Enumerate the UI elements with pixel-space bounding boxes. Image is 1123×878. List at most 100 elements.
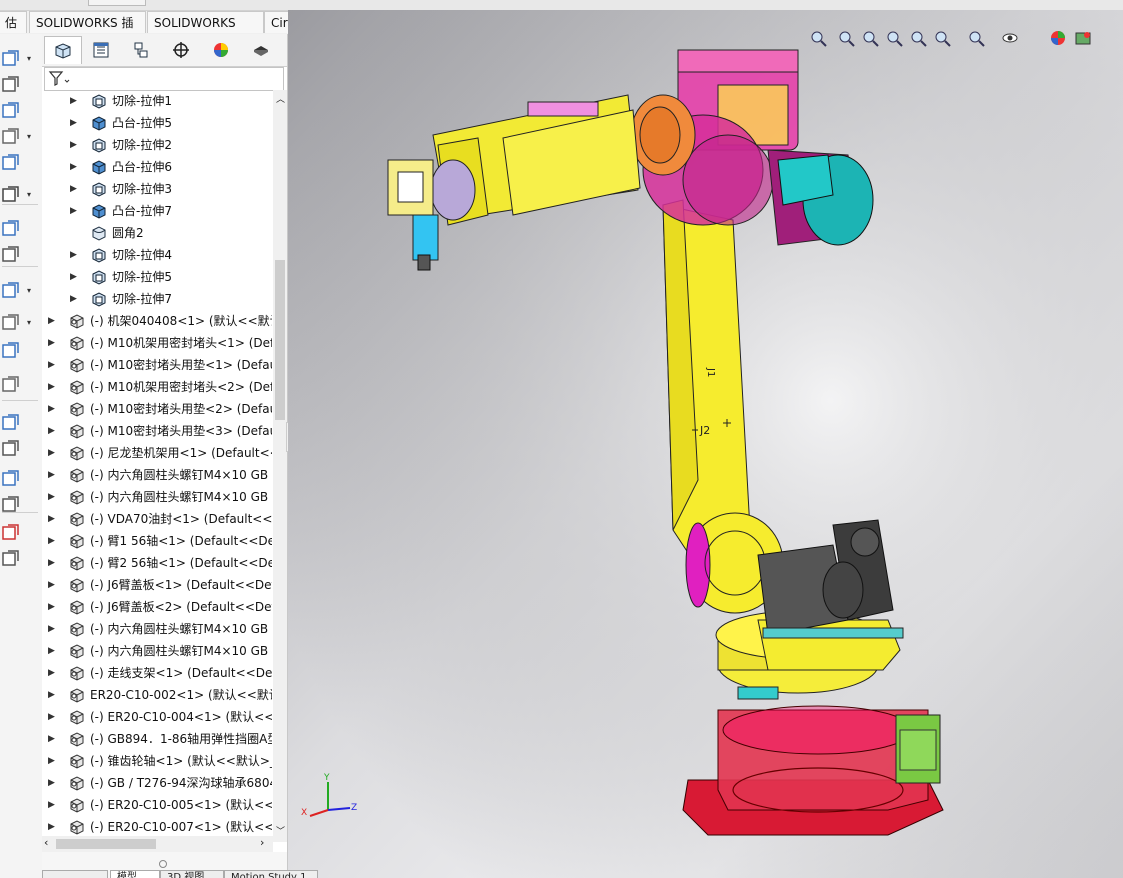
tree-component-row[interactable]: ▶ (-) M10机架用密封堵头<1> (Defa xyxy=(42,332,272,354)
appearance-icon[interactable] xyxy=(0,522,22,544)
bill-of-materials-icon[interactable] xyxy=(0,312,22,334)
scroll-right-icon[interactable]: › xyxy=(260,836,264,849)
tree-feature-row[interactable]: ▶ 切除-拉伸2 xyxy=(42,134,272,156)
edit-appearance-icon[interactable] xyxy=(1048,28,1068,51)
tree-component-row[interactable]: ▶ (-) M10密封堵头用垫<3> (Defau xyxy=(42,420,272,442)
expand-arrow-icon[interactable]: ▶ xyxy=(48,442,55,464)
scroll-down-icon[interactable]: ﹀ xyxy=(276,824,285,837)
expand-arrow-icon[interactable]: ▶ xyxy=(70,288,77,310)
expand-arrow-icon[interactable]: ▶ xyxy=(70,156,77,178)
expand-arrow-icon[interactable]: ▶ xyxy=(48,310,55,332)
expand-arrow-icon[interactable]: ▶ xyxy=(70,134,77,156)
tree-component-row[interactable]: ▶ (-) ER20-C10-005<1> (默认<<默 xyxy=(42,794,272,816)
scroll-left-icon[interactable]: ‹ xyxy=(44,836,48,849)
expand-arrow-icon[interactable]: ▶ xyxy=(48,662,55,684)
expand-arrow-icon[interactable]: ▶ xyxy=(48,794,55,816)
tab-motion-study[interactable]: Motion Study 1 xyxy=(224,870,318,878)
tree-hscroll-thumb[interactable] xyxy=(56,839,156,849)
tree-component-row[interactable]: ▶ (-) 走线支架<1> (Default<<Defa xyxy=(42,662,272,684)
graphics-area[interactable]: J1 J2 Y Z X xyxy=(288,10,1123,878)
dynamic-annotation-icon[interactable] xyxy=(908,28,928,51)
filter-icon[interactable] xyxy=(47,69,71,89)
expand-arrow-icon[interactable]: ▶ xyxy=(48,354,55,376)
expand-arrow-icon[interactable]: ▶ xyxy=(48,640,55,662)
new-motion-study-icon[interactable] xyxy=(0,280,22,302)
snapshot-icon[interactable] xyxy=(0,438,22,460)
tree-component-row[interactable]: ▶ (-) 内六角圆柱头螺钉M4×10 GB / xyxy=(42,640,272,662)
expand-arrow-icon[interactable]: ▶ xyxy=(48,420,55,442)
expand-arrow-icon[interactable]: ▶ xyxy=(48,332,55,354)
expand-arrow-icon[interactable]: ▶ xyxy=(48,376,55,398)
tree-component-row[interactable]: ▶ ER20-C10-002<1> (默认<<默认 xyxy=(42,684,272,706)
zoom-to-fit-icon[interactable] xyxy=(808,28,828,51)
tab-scroll-arrows[interactable] xyxy=(42,870,108,878)
exploded-view-icon[interactable] xyxy=(0,340,22,362)
dropdown-caret-icon[interactable]: ▾ xyxy=(27,54,31,63)
expand-arrow-icon[interactable]: ▶ xyxy=(48,750,55,772)
expand-arrow-icon[interactable]: ▶ xyxy=(48,552,55,574)
expand-arrow-icon[interactable]: ▶ xyxy=(48,772,55,794)
splitter-handle-icon[interactable] xyxy=(159,860,167,868)
assembly-features-icon[interactable] xyxy=(0,218,22,240)
scroll-up-icon[interactable]: ︿ xyxy=(276,92,285,105)
expand-arrow-icon[interactable]: ▶ xyxy=(48,618,55,640)
dropdown-caret-icon[interactable]: ▾ xyxy=(27,132,31,141)
insert-component-icon[interactable] xyxy=(0,152,22,174)
tree-feature-row[interactable]: ▶ 凸台-拉伸5 xyxy=(42,112,272,134)
tab-solidworks-mbd[interactable]: SOLIDWORKS MBD xyxy=(147,11,264,52)
expand-arrow-icon[interactable]: ▶ xyxy=(48,464,55,486)
expand-arrow-icon[interactable]: ▶ xyxy=(48,574,55,596)
display-manager-tab[interactable] xyxy=(202,36,240,64)
expand-arrow-icon[interactable]: ▶ xyxy=(70,112,77,134)
tree-component-row[interactable]: ▶ (-) 内六角圆柱头螺钉M4×10 GB / xyxy=(42,618,272,640)
tab-solidworks-addins[interactable]: SOLIDWORKS 插件 xyxy=(29,11,146,52)
tree-horizontal-scrollbar[interactable]: ‹ › xyxy=(42,836,273,852)
previous-view-icon[interactable] xyxy=(860,28,880,51)
tree-component-row[interactable]: ▶ (-) GB / T276-94深沟球轴承6804 xyxy=(42,772,272,794)
cam-manager-tab[interactable] xyxy=(242,36,280,64)
tree-component-row[interactable]: ▶ (-) ER20-C10-007<1> (默认<<默 xyxy=(42,816,272,838)
tree-feature-row[interactable]: ▶ 切除-拉伸3 xyxy=(42,178,272,200)
expand-arrow-icon[interactable]: ▶ xyxy=(70,244,77,266)
tab-model[interactable]: 模型 xyxy=(110,870,160,878)
expand-arrow-icon[interactable]: ▶ xyxy=(70,90,77,112)
dropdown-caret-icon[interactable]: ▾ xyxy=(27,318,31,327)
tree-feature-row[interactable]: ▶ 凸台-拉伸6 xyxy=(42,156,272,178)
update-icon[interactable] xyxy=(0,412,22,434)
reference-geometry-icon[interactable] xyxy=(0,244,22,266)
tree-component-row[interactable]: ▶ (-) 内六角圆柱头螺钉M4×10 GB / xyxy=(42,464,272,486)
zoom-to-area-icon[interactable] xyxy=(836,28,856,51)
tree-feature-row[interactable]: ▶ 切除-拉伸7 xyxy=(42,288,272,310)
tree-component-row[interactable]: ▶ (-) 臂1 56轴<1> (Default<<Def xyxy=(42,530,272,552)
move-component-icon[interactable] xyxy=(0,184,22,206)
expand-arrow-icon[interactable]: ▶ xyxy=(48,508,55,530)
tree-component-row[interactable]: ▶ (-) M10密封堵头用垫<2> (Defau xyxy=(42,398,272,420)
expand-arrow-icon[interactable]: ▶ xyxy=(48,816,55,838)
measure-icon[interactable] xyxy=(0,548,22,570)
tree-component-row[interactable]: ▶ (-) 尼龙垫机架用<1> (Default<< xyxy=(42,442,272,464)
tree-component-row[interactable]: ▶ (-) ER20-C10-004<1> (默认<<默 xyxy=(42,706,272,728)
dimxpert-manager-tab[interactable] xyxy=(162,36,200,64)
tree-component-row[interactable]: ▶ (-) 锥齿轮轴<1> (默认<<默认>_显 xyxy=(42,750,272,772)
tree-component-row[interactable]: ▶ (-) J6臂盖板<2> (Default<<Defa xyxy=(42,596,272,618)
configuration-manager-tab[interactable] xyxy=(122,36,160,64)
dropdown-caret-icon[interactable]: ▾ xyxy=(27,190,31,199)
tab-evaluate[interactable]: 估 xyxy=(0,11,27,33)
tree-feature-row[interactable]: 圆角2 xyxy=(42,222,272,244)
tree-component-row[interactable]: ▶ (-) 臂2 56轴<1> (Default<<Def xyxy=(42,552,272,574)
tree-component-row[interactable]: ▶ (-) 机架040408<1> (默认<<默认 xyxy=(42,310,272,332)
edit-component-icon[interactable] xyxy=(0,126,22,148)
expand-arrow-icon[interactable]: ▶ xyxy=(48,684,55,706)
view-orientation-icon[interactable] xyxy=(932,28,952,51)
expand-arrow-icon[interactable]: ▶ xyxy=(70,178,77,200)
expand-arrow-icon[interactable]: ▶ xyxy=(48,596,55,618)
tree-filter[interactable] xyxy=(44,67,284,91)
expand-arrow-icon[interactable]: ▶ xyxy=(70,200,77,222)
property-manager-tab[interactable] xyxy=(82,36,120,64)
expand-arrow-icon[interactable]: ▶ xyxy=(48,486,55,508)
tree-component-row[interactable]: ▶ (-) GB894．1-86轴用弹性挡圈A型 xyxy=(42,728,272,750)
tree-component-row[interactable]: ▶ (-) M10机架用密封堵头<2> (Def xyxy=(42,376,272,398)
tree-feature-row[interactable]: ▶ 切除-拉伸5 xyxy=(42,266,272,288)
tree-component-row[interactable]: ▶ (-) M10密封堵头用垫<1> (Defau xyxy=(42,354,272,376)
tree-feature-row[interactable]: ▶ 切除-拉伸4 xyxy=(42,244,272,266)
